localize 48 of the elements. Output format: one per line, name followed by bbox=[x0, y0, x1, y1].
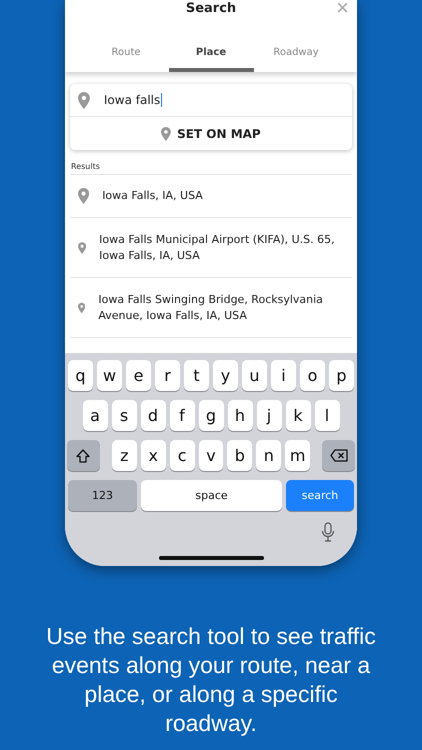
key[interactable]: z bbox=[112, 440, 137, 471]
key[interactable]: n bbox=[256, 440, 282, 471]
delete-key[interactable] bbox=[322, 440, 355, 471]
caption: Use the search tool to see traffic events along your route, near a place, or along a specific roadway. bbox=[45, 622, 377, 738]
key[interactable]: k bbox=[286, 400, 310, 431]
key[interactable]: t bbox=[184, 360, 209, 391]
key[interactable]: w bbox=[97, 360, 122, 391]
key[interactable]: l bbox=[314, 400, 340, 431]
key[interactable]: r bbox=[155, 360, 180, 391]
key[interactable]: e bbox=[126, 360, 151, 391]
tab[interactable]: Roadway bbox=[254, 40, 338, 72]
key[interactable]: f bbox=[170, 400, 194, 431]
pin-icon bbox=[78, 92, 90, 108]
key[interactable]: q bbox=[68, 360, 93, 391]
key[interactable]: h bbox=[228, 400, 252, 431]
key[interactable]: v bbox=[198, 440, 224, 471]
key[interactable]: b bbox=[227, 440, 252, 471]
microphone-icon[interactable] bbox=[321, 522, 335, 542]
key[interactable]: x bbox=[140, 440, 166, 471]
shift-key[interactable] bbox=[67, 440, 100, 471]
key[interactable]: g bbox=[198, 400, 224, 431]
key[interactable]: p bbox=[329, 360, 354, 391]
space-key[interactable]: space bbox=[141, 480, 282, 511]
tab[interactable]: Route bbox=[84, 40, 168, 72]
key[interactable]: d bbox=[140, 400, 166, 431]
pin-icon bbox=[161, 126, 172, 140]
key[interactable]: a bbox=[82, 400, 108, 431]
numbers-key[interactable]: 123 bbox=[68, 480, 137, 511]
pin-icon bbox=[78, 240, 86, 256]
key[interactable]: i bbox=[271, 360, 296, 391]
screen-title: Search bbox=[186, 1, 236, 16]
key[interactable]: o bbox=[300, 360, 325, 391]
result-item[interactable]: Iowa Falls Municipal Airport (KIFA), U.S. 65, Iowa Falls, IA, USA bbox=[70, 217, 352, 277]
result-item[interactable]: Iowa Falls Swinging Bridge, Rocksylvania Avenue, Iowa Falls, IA, USA bbox=[70, 277, 352, 337]
key[interactable]: s bbox=[112, 400, 136, 431]
result-item[interactable]: Iowa Falls, IA, USA bbox=[70, 174, 352, 217]
shift-icon bbox=[76, 448, 90, 462]
key[interactable]: j bbox=[256, 400, 282, 431]
tab[interactable]: Place bbox=[168, 40, 254, 72]
backspace-icon bbox=[330, 449, 348, 462]
results-label: Results bbox=[71, 162, 101, 171]
set-on-map-button[interactable]: SET ON MAP bbox=[70, 117, 352, 150]
key[interactable]: y bbox=[213, 360, 238, 391]
key[interactable]: u bbox=[242, 360, 267, 391]
search-key[interactable]: search bbox=[286, 480, 354, 511]
pin-icon bbox=[78, 188, 90, 204]
key[interactable]: m bbox=[285, 440, 310, 471]
key[interactable]: c bbox=[170, 440, 195, 471]
